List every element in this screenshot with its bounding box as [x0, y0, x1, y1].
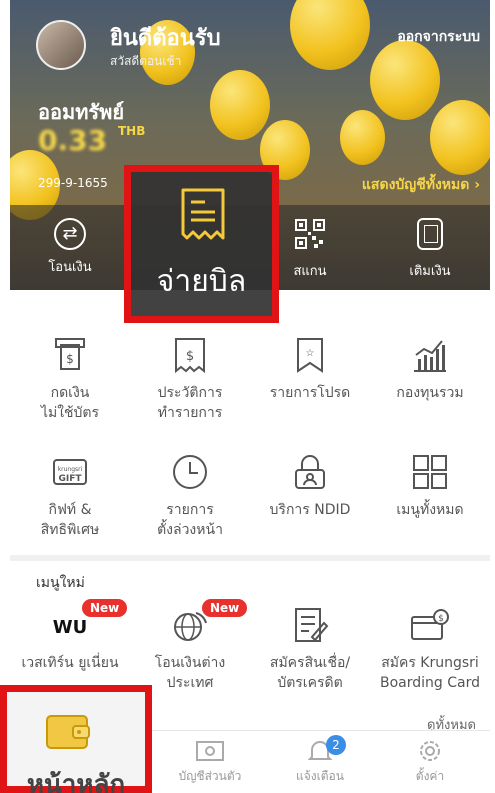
gift-icon-bottom-text: GIFT [58, 474, 82, 484]
currency-label: THB [118, 124, 146, 138]
international-transfer-button[interactable]: New โอนเงินต่าง ประเทศ [130, 599, 250, 693]
mutual-fund-button[interactable]: กองทุนรวม [370, 335, 490, 403]
western-union-label: เวสเทิร์น ยูเนี่ยน [21, 655, 119, 671]
loan-apply-icon [295, 608, 329, 642]
new-badge: New [82, 599, 128, 617]
qr-scan-icon [294, 218, 326, 250]
avatar[interactable] [36, 20, 86, 70]
show-all-label: แสดงบัญชีทั้งหมด [361, 177, 470, 193]
boarding-card-button[interactable]: $ สมัคร Krungsri Boarding Card [370, 605, 490, 693]
pay-bill-button[interactable]: จ่ายบิล [124, 165, 279, 323]
nav-home-label: หน้าหลัก [26, 770, 126, 793]
boarding-card-label: สมัคร Krungsri Boarding Card [380, 655, 480, 691]
account-balance: 0.33 [38, 124, 108, 157]
western-union-logo-text: WU [53, 617, 87, 638]
ndid-icon [295, 455, 325, 489]
mutual-fund-label: กองทุนรวม [396, 385, 464, 401]
nav-settings[interactable]: ตั้งค่า [380, 739, 480, 786]
balloon-decoration [340, 110, 385, 165]
ndid-label: บริการ NDID [269, 502, 351, 518]
gift-privileges-label: กิฟท์ & สิทธิพิเศษ [40, 502, 100, 538]
transaction-history-icon: $ [175, 338, 205, 374]
ndid-service-button[interactable]: บริการ NDID [250, 452, 370, 520]
cardless-withdraw-label: กดเงิน ไม่ใช้บัตร [40, 385, 100, 421]
svg-text:$: $ [438, 614, 444, 624]
account-icon [196, 741, 224, 761]
gift-privileges-button[interactable]: krungsri GIFT กิฟท์ & สิทธิพิเศษ [10, 452, 130, 540]
greeting-text: สวัสดีตอนเช้า [110, 54, 182, 68]
balloon-decoration [210, 70, 270, 140]
all-menu-button[interactable]: เมนูทั้งหมด [370, 452, 490, 520]
nav-personal-account[interactable]: บัญชีส่วนตัว [160, 739, 260, 786]
favorite-icon: ☆ [297, 338, 323, 373]
scheduled-transactions-label: รายการ ตั้งล่วงหน้า [157, 502, 223, 538]
loan-application-button[interactable]: สมัครสินเชื่อ/ บัตรเครดิต [250, 605, 370, 693]
new-menu-title: เมนูใหม่ [36, 575, 85, 591]
cardless-withdraw-icon: $ [55, 338, 85, 370]
boarding-card-icon: $ [411, 609, 449, 640]
transfer-button[interactable]: ⇄ โอนเงิน [10, 218, 130, 277]
balloon-decoration [290, 0, 370, 70]
show-all-accounts-link[interactable]: แสดงบัญชีทั้งหมด › [362, 174, 480, 196]
favorites-label: รายการโปรด [269, 385, 351, 401]
transfer-label: โอนเงิน [48, 260, 92, 275]
balloon-decoration [370, 40, 440, 120]
balloon-decoration [430, 100, 490, 175]
western-union-button[interactable]: WU New เวสเทิร์น ยูเนี่ยน [10, 599, 130, 673]
cardless-withdraw-button[interactable]: $ กดเงิน ไม่ใช้บัตร [10, 335, 130, 423]
scheduled-transactions-button[interactable]: รายการ ตั้งล่วงหน้า [130, 452, 250, 540]
app-screen: ยินดีต้อนรับ สวัสดีตอนเช้า ออกจากระบบ ออ… [10, 0, 490, 793]
logout-button[interactable]: ออกจากระบบ [397, 26, 480, 48]
schedule-icon [173, 455, 207, 489]
topup-label: เติมเงิน [409, 264, 451, 279]
svg-text:$: $ [66, 352, 74, 366]
svg-text:☆: ☆ [306, 348, 315, 359]
loan-application-label: สมัครสินเชื่อ/ บัตรเครดิต [269, 655, 351, 691]
nav-settings-label: ตั้งค่า [415, 769, 445, 783]
nav-personal-account-label: บัญชีส่วนตัว [178, 769, 242, 783]
svg-text:$: $ [186, 349, 194, 364]
notification-count-badge: 2 [326, 735, 346, 755]
section-divider [10, 555, 490, 561]
all-menu-label: เมนูทั้งหมด [396, 502, 464, 518]
account-number: 299-9-1655 [38, 176, 108, 190]
nav-notifications[interactable]: 2 แจ้งเตือน [270, 735, 370, 786]
favorites-button[interactable]: ☆ รายการโปรด [250, 335, 370, 403]
all-menu-icon [413, 455, 447, 489]
new-badge: New [202, 599, 248, 617]
mutual-fund-icon [414, 340, 446, 372]
pay-bill-label: จ่ายบิล [156, 264, 247, 299]
nav-notifications-label: แจ้งเตือน [296, 769, 344, 783]
gear-icon [420, 741, 440, 761]
transfer-icon: ⇄ [54, 218, 86, 250]
topup-icon [417, 218, 443, 250]
gift-icon: krungsriGIFT [53, 459, 87, 485]
transaction-history-button[interactable]: $ ประวัติการ ทำรายการ [130, 335, 250, 423]
nav-home[interactable]: หน้าหลัก [0, 685, 152, 793]
receipt-icon [181, 188, 225, 240]
gift-icon-top-text: krungsri [58, 466, 83, 473]
transaction-history-label: ประวัติการ ทำรายการ [157, 385, 223, 421]
topup-button[interactable]: เติมเงิน [370, 218, 490, 281]
welcome-title: ยินดีต้อนรับ [110, 26, 221, 51]
wallet-icon [46, 715, 90, 749]
